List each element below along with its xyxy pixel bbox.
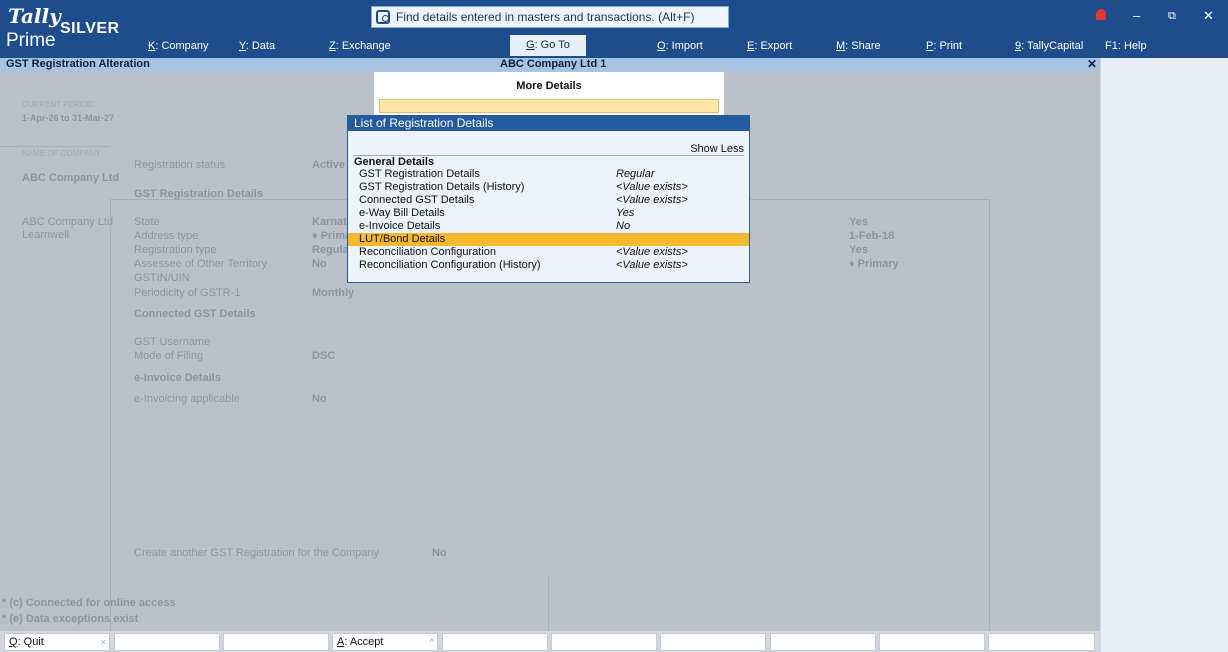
assessee-label: Assessee of Other Territory <box>134 258 268 270</box>
registration-status-label: Registration status <box>134 159 226 171</box>
list-item-reconciliation-history[interactable]: Reconciliation Configuration (History) <V… <box>348 259 749 272</box>
minimize-icon[interactable]: – <box>1133 8 1140 23</box>
current-period: 1-Apr-26 to 31-Mar-27 <box>22 113 115 123</box>
current-period-label: CURRENT PERIOD <box>22 100 94 109</box>
menu-data[interactable]: Y: Data <box>239 38 275 54</box>
address-type-value: ♦ Prima <box>312 230 352 242</box>
menu-export[interactable]: E: Export <box>747 38 792 54</box>
company-line1: ABC Company Ltd <box>22 216 114 228</box>
menu-import[interactable]: O: Import <box>657 38 703 54</box>
create-another-value: No <box>432 547 447 559</box>
search-bar[interactable]: Find details entered in masters and tran… <box>371 6 729 28</box>
logo-tally: Tally <box>8 4 61 28</box>
connected-gst-heading: Connected GST Details <box>134 308 256 320</box>
footer-slot <box>660 633 766 651</box>
gst-registration-heading: GST Registration Details <box>134 188 263 200</box>
einvoice-yes-value: Yes <box>849 244 868 256</box>
assessee-value: No <box>312 258 327 270</box>
restore-icon[interactable]: ⧉ <box>1168 10 1176 23</box>
show-less-button[interactable]: Show Less <box>690 143 744 155</box>
search-text: Find details entered in masters and tran… <box>396 10 695 24</box>
menu-share[interactable]: M: Share <box>836 38 881 54</box>
right-button-pane <box>1100 58 1228 652</box>
list-item-connected-gst[interactable]: Connected GST Details <Value exists> <box>348 194 749 207</box>
top-header: Tally SILVER Prime Find details entered … <box>0 0 1228 58</box>
list-item-gst-registration-details[interactable]: GST Registration Details Regular <box>348 168 749 181</box>
list-item-lut-bond[interactable]: LUT/Bond Details <box>348 233 749 246</box>
eway-yes-value: Yes <box>849 216 868 228</box>
periodicity-value: Monthly <box>312 287 355 299</box>
more-details-input[interactable] <box>379 99 719 113</box>
list-item-eway-bill[interactable]: e-Way Bill Details Yes <box>348 207 749 220</box>
menu-exchange[interactable]: Z: Exchange <box>329 38 391 54</box>
logo-edition: SILVER <box>60 20 120 37</box>
footer-bar: Q: Quit × A: Accept ^ <box>0 631 1100 652</box>
footer-slot <box>879 633 985 651</box>
logo-prime: Prime <box>6 30 56 51</box>
quit-button[interactable]: Q: Quit × <box>4 633 110 651</box>
screen-title-bar: GST Registration Alteration ABC Company … <box>0 58 1100 71</box>
list-item-reconciliation-config[interactable]: Reconciliation Configuration <Value exist… <box>348 246 749 259</box>
menu-help[interactable]: F1: Help <box>1105 38 1147 54</box>
periodicity-label: Periodicity of GSTR-1 <box>134 287 241 299</box>
notification-bell-icon[interactable] <box>1096 9 1106 20</box>
company-title: ABC Company Ltd 1 <box>500 58 607 70</box>
einvoicing-label: e-Invoicing applicable <box>134 393 240 405</box>
mode-of-filing-label: Mode of Filing <box>134 350 204 362</box>
connected-note: * (c) Connected for online access <box>2 597 176 609</box>
registration-type-label: Registration type <box>134 244 217 256</box>
list-title: List of Registration Details <box>348 116 749 131</box>
company-name: ABC Company Ltd <box>22 172 120 184</box>
footer-slot <box>988 633 1095 651</box>
einvoicing-value: No <box>312 393 327 405</box>
more-details-title: More Details <box>516 80 582 92</box>
menu-tallycapital[interactable]: 9: TallyCapital <box>1015 38 1083 54</box>
registration-status-value: Active <box>312 159 346 171</box>
exceptions-note: * (e) Data exceptions exist <box>2 613 139 625</box>
gst-username-label: GST Username <box>134 336 211 348</box>
mode-of-filing-value: DSC <box>312 350 336 362</box>
divider <box>353 155 744 156</box>
footer-slot <box>442 633 548 651</box>
name-of-company-label: NAME OF COMPANY <box>22 149 101 158</box>
primary-value: ♦ Primary <box>849 258 899 270</box>
accept-button[interactable]: A: Accept ^ <box>332 633 438 651</box>
applicable-date-value: 1-Feb-18 <box>849 230 895 242</box>
footer-slot <box>114 633 220 651</box>
footer-slot <box>551 633 657 651</box>
menu-print[interactable]: P: Print <box>926 38 962 54</box>
address-type-label: Address type <box>134 230 199 242</box>
list-item-gst-registration-history[interactable]: GST Registration Details (History) <Value… <box>348 181 749 194</box>
screen-title: GST Registration Alteration <box>6 58 150 70</box>
divider <box>0 146 110 147</box>
list-item-einvoice[interactable]: e-Invoice Details No <box>348 220 749 233</box>
registration-type-value: Regula <box>312 244 349 256</box>
close-screen-icon[interactable]: ✕ <box>1087 58 1097 71</box>
footer-slot <box>223 633 329 651</box>
state-label: State <box>134 216 160 228</box>
gstin-label: GSTIN/UIN <box>134 272 190 284</box>
company-line2: Learnwell <box>22 229 70 241</box>
close-window-icon[interactable]: ✕ <box>1203 8 1214 24</box>
menu-company[interactable]: K: Company <box>148 38 209 54</box>
search-icon <box>376 10 390 24</box>
divider <box>548 576 549 631</box>
footer-slot <box>770 633 876 651</box>
einvoice-heading: e-Invoice Details <box>134 372 221 384</box>
menu-goto[interactable]: G: Go To <box>510 35 586 56</box>
more-details-panel: More Details <box>373 71 725 117</box>
registration-details-list: List of Registration Details Show Less G… <box>347 115 750 283</box>
create-another-label: Create another GST Registration for the … <box>134 547 379 559</box>
section-general-details: General Details <box>354 156 435 168</box>
